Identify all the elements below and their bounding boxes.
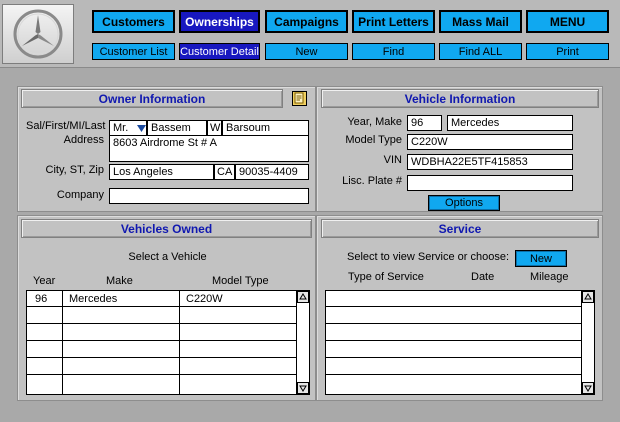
city-st-zip-label: City, ST, Zip <box>45 164 104 176</box>
table-row[interactable] <box>27 308 297 324</box>
salutation-value: Mr. <box>113 122 129 134</box>
new-service-button[interactable]: New <box>515 250 567 267</box>
arrow-up-icon[interactable] <box>582 291 594 303</box>
last-name-field[interactable]: Barsoum <box>222 120 309 136</box>
vehicle-make-field[interactable]: Mercedes <box>447 115 573 131</box>
options-button[interactable]: Options <box>428 195 500 211</box>
license-plate-field[interactable] <box>407 175 573 191</box>
vehicles-owned-title: Vehicles Owned <box>21 219 312 238</box>
top-toolbar: Customers Ownerships Campaigns Print Let… <box>0 0 620 68</box>
table-row[interactable] <box>27 359 297 375</box>
mercedes-star-icon <box>2 4 74 64</box>
nav-customers-button[interactable]: Customers <box>92 10 175 33</box>
customer-list-button[interactable]: Customer List <box>92 43 175 60</box>
vehicle-year-field[interactable]: 96 <box>407 115 442 131</box>
address-label: Address <box>63 134 104 146</box>
address-field[interactable]: 8603 Airdrome St # A <box>109 135 309 162</box>
model-type-label: Model Type <box>345 134 402 146</box>
first-name-field[interactable]: Bassem <box>147 120 207 136</box>
nav-print-letters-button[interactable]: Print Letters <box>352 10 435 33</box>
table-row[interactable] <box>326 308 582 324</box>
note-icon[interactable] <box>292 91 307 106</box>
table-row[interactable]: 96 Mercedes C220W <box>27 291 297 307</box>
print-button[interactable]: Print <box>526 43 609 60</box>
state-field[interactable]: CA <box>214 164 235 180</box>
service-prompt-label: Select to view Service or choose: <box>347 251 510 263</box>
vehicles-owned-panel: Vehicles Owned Select a Vehicle Year Mak… <box>17 215 316 401</box>
column-header-mileage: Mileage <box>530 271 569 283</box>
arrow-down-icon[interactable] <box>582 382 594 394</box>
triangle-down-icon[interactable] <box>136 121 147 135</box>
table-row[interactable] <box>326 342 582 358</box>
company-label: Company <box>56 189 104 201</box>
zip-field[interactable]: 90035-4409 <box>235 164 309 180</box>
customer-detail-button[interactable]: Customer Detail <box>179 43 260 60</box>
model-type-field[interactable]: C220W <box>407 134 573 150</box>
column-header-make: Make <box>106 275 133 287</box>
table-row[interactable] <box>27 376 297 392</box>
nav-mass-mail-button[interactable]: Mass Mail <box>439 10 522 33</box>
vin-field[interactable]: WDBHA22E5TF415853 <box>407 154 573 170</box>
table-row[interactable] <box>27 342 297 358</box>
new-record-button[interactable]: New <box>265 43 348 60</box>
cell-model-type: C220W <box>186 293 223 305</box>
cell-year: 96 <box>35 293 48 305</box>
find-all-button[interactable]: Find ALL <box>439 43 522 60</box>
nav-campaigns-button[interactable]: Campaigns <box>265 10 348 33</box>
service-list[interactable] <box>325 290 595 395</box>
year-make-label: Year, Make <box>347 116 402 128</box>
nav-menu-button[interactable]: MENU <box>526 10 609 33</box>
table-row[interactable] <box>326 359 582 375</box>
find-button[interactable]: Find <box>352 43 435 60</box>
vehicles-owned-list[interactable]: 96 Mercedes C220W <box>26 290 310 395</box>
table-row[interactable] <box>326 376 582 392</box>
name-label: Sal/First/MI/Last <box>26 120 106 132</box>
vehicle-information-panel: Vehicle Information Year, Make 96 Merced… <box>316 86 603 212</box>
arrow-down-icon[interactable] <box>297 382 309 394</box>
owner-information-title: Owner Information <box>21 89 283 108</box>
company-field[interactable] <box>109 188 309 204</box>
license-plate-label: Lisc. Plate # <box>342 175 402 187</box>
vehicles-scrollbar[interactable] <box>296 291 309 394</box>
column-header-type-of-service: Type of Service <box>348 271 424 283</box>
cell-make: Mercedes <box>69 293 118 305</box>
column-header-model-type: Model Type <box>212 275 269 287</box>
vin-label: VIN <box>383 154 402 166</box>
nav-ownerships-button[interactable]: Ownerships <box>179 10 260 33</box>
city-field[interactable]: Los Angeles <box>109 164 214 180</box>
table-row[interactable] <box>326 325 582 341</box>
column-header-year: Year <box>33 275 56 287</box>
table-row[interactable] <box>326 291 582 307</box>
vehicle-information-title: Vehicle Information <box>321 89 599 108</box>
service-scrollbar[interactable] <box>581 291 594 394</box>
service-title: Service <box>321 219 599 238</box>
select-vehicle-label: Select a Vehicle <box>128 251 207 263</box>
service-panel: Service Select to view Service or choose… <box>316 215 603 401</box>
middle-initial-field[interactable]: W <box>207 120 222 136</box>
table-row[interactable] <box>27 325 297 341</box>
column-header-date: Date <box>471 271 495 283</box>
owner-information-panel: Owner Information Sal/First/MI/Last Addr… <box>17 86 316 212</box>
arrow-up-icon[interactable] <box>297 291 309 303</box>
